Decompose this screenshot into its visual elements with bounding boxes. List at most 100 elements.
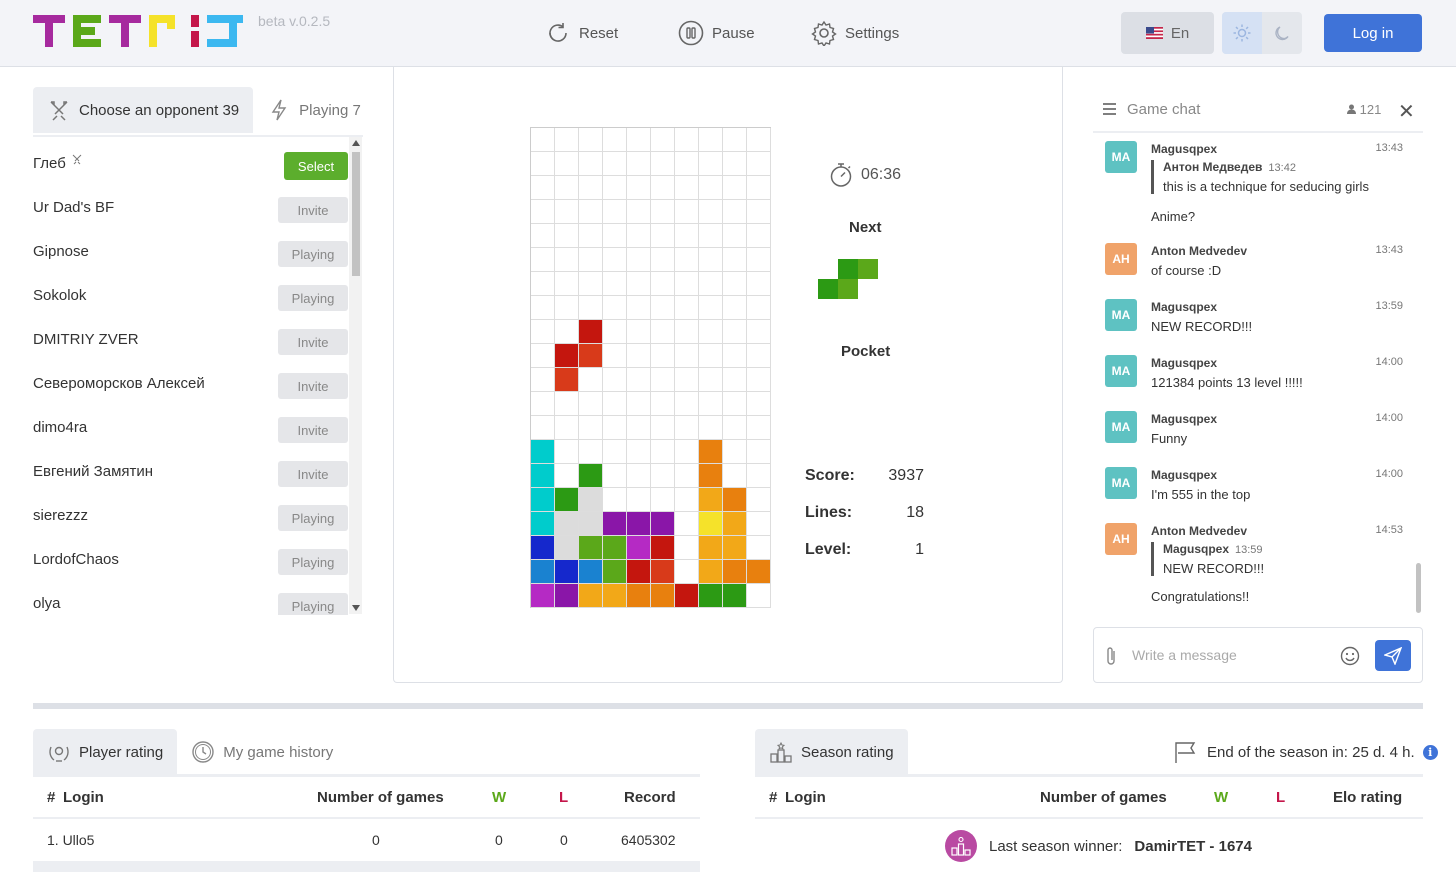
avatar[interactable]: AH: [1105, 523, 1137, 555]
invite-button[interactable]: Invite: [278, 373, 348, 399]
board-cell-empty: [723, 152, 747, 176]
playing-badge: Playing: [278, 241, 348, 267]
login-button[interactable]: Log in: [1324, 14, 1422, 52]
opponent-row[interactable]: Евгений Замятин Invite: [33, 445, 349, 489]
message-author[interactable]: Magusqpex: [1151, 412, 1217, 426]
avatar[interactable]: MA: [1105, 141, 1137, 173]
board-cell-filled: [555, 368, 579, 392]
select-button[interactable]: Select: [284, 152, 348, 180]
opponent-row[interactable]: DMITRIY ZVER Invite: [33, 313, 349, 357]
board-cell-empty: [675, 224, 699, 248]
tab-player-rating[interactable]: Player rating: [33, 729, 178, 775]
opponent-row[interactable]: dimo4ra Invite: [33, 401, 349, 445]
tab-choose-opponent[interactable]: Choose an opponent 39: [33, 87, 254, 133]
invite-button[interactable]: Invite: [278, 417, 348, 443]
invite-button[interactable]: Invite: [278, 197, 348, 223]
theme-toggle[interactable]: [1222, 12, 1302, 54]
tetris-board[interactable]: [530, 127, 771, 608]
opponent-row[interactable]: LordofChaos Playing: [33, 533, 349, 577]
opponent-list-scrollbar[interactable]: [349, 137, 362, 614]
message-author[interactable]: Anton Medvedev: [1151, 244, 1247, 258]
opponent-name: LordofChaos: [33, 551, 119, 568]
settings-button[interactable]: Settings: [811, 19, 899, 47]
row-login[interactable]: 1. Ullo5: [47, 832, 94, 848]
pause-button[interactable]: Pause: [678, 19, 755, 47]
board-cell-filled: [579, 584, 603, 608]
board-cell-empty: [627, 320, 651, 344]
emoji-icon[interactable]: [1340, 646, 1360, 666]
info-icon[interactable]: i: [1422, 744, 1438, 760]
avatar[interactable]: MA: [1105, 299, 1137, 331]
avatar[interactable]: AH: [1105, 243, 1137, 275]
dark-theme-button[interactable]: [1262, 12, 1302, 54]
board-cell-empty: [579, 416, 603, 440]
tab-playing[interactable]: Playing 7: [253, 87, 375, 133]
paperclip-icon[interactable]: [1105, 646, 1117, 666]
opponent-row[interactable]: olya Playing: [33, 577, 349, 615]
opponent-row[interactable]: Sokolok Playing: [33, 269, 349, 313]
board-cell-empty: [531, 392, 555, 416]
chat-message: MA Magusqpex 14:00 Funny: [1105, 407, 1405, 453]
opponent-name: Sokolok: [33, 287, 87, 304]
board-cell-empty: [555, 176, 579, 200]
col-header-login: Login: [785, 789, 826, 806]
board-cell-empty: [651, 296, 675, 320]
board-cell-empty: [603, 416, 627, 440]
message-author[interactable]: Magusqpex: [1151, 356, 1217, 370]
board-cell-empty: [579, 440, 603, 464]
message-author[interactable]: Magusqpex: [1151, 300, 1217, 314]
scrollbar-thumb[interactable]: [352, 152, 360, 276]
close-icon[interactable]: ✕: [1398, 99, 1415, 124]
reset-button[interactable]: Reset: [545, 19, 618, 47]
tab-season-rating[interactable]: Season rating: [755, 729, 908, 775]
board-cell-empty: [699, 200, 723, 224]
col-header-elo: Elo rating: [1333, 789, 1403, 806]
avatar[interactable]: MA: [1105, 467, 1137, 499]
logo-t2: [109, 15, 141, 47]
message-author[interactable]: Magusqpex: [1151, 142, 1217, 156]
avatar[interactable]: MA: [1105, 411, 1137, 443]
tab-game-history[interactable]: My game history: [177, 729, 347, 775]
opponent-name: DMITRIY ZVER: [33, 331, 139, 348]
board-cell-empty: [603, 488, 627, 512]
scroll-down-arrow-icon[interactable]: [352, 605, 360, 611]
board-cell-empty: [531, 248, 555, 272]
board-cell-empty: [555, 440, 579, 464]
col-header-login: Login: [63, 789, 104, 806]
board-cell-filled: [699, 464, 723, 488]
message-input[interactable]: [1132, 642, 1332, 668]
board-cell-empty: [555, 152, 579, 176]
board-cell-empty: [747, 368, 771, 392]
message-author[interactable]: Magusqpex: [1151, 468, 1217, 482]
tab-season-rating-label: Season rating: [801, 743, 894, 761]
quote-author: Magusqpex 13:59: [1163, 542, 1401, 556]
board-cell-empty: [675, 536, 699, 560]
message-author[interactable]: Anton Medvedev: [1151, 524, 1247, 538]
light-theme-button[interactable]: [1222, 12, 1262, 54]
col-header-losses: L: [559, 789, 569, 806]
winner-value[interactable]: DamirTET - 1674: [1134, 838, 1252, 855]
invite-button[interactable]: Invite: [278, 329, 348, 355]
chat-scrollbar[interactable]: [1416, 563, 1421, 613]
board-cell-empty: [531, 224, 555, 248]
pocket-label: Pocket: [841, 343, 891, 360]
invite-button[interactable]: Invite: [278, 461, 348, 487]
opponent-row[interactable]: Североморсков Алексей Invite: [33, 357, 349, 401]
opponent-row[interactable]: Gipnose Playing: [33, 225, 349, 269]
opponent-row[interactable]: Глеб Select: [33, 137, 349, 181]
logo-r: [149, 15, 175, 47]
board-cell-empty: [531, 176, 555, 200]
opponent-row[interactable]: sierezzz Playing: [33, 489, 349, 533]
scroll-up-arrow-icon[interactable]: [352, 140, 360, 146]
board-cell-empty: [651, 248, 675, 272]
board-cell-empty: [531, 272, 555, 296]
tetris-logo[interactable]: [33, 15, 245, 47]
send-button[interactable]: [1375, 640, 1411, 671]
season-tabs: Season rating: [755, 729, 908, 775]
board-cell-filled: [723, 488, 747, 512]
menu-icon[interactable]: [1103, 103, 1116, 115]
opponent-row[interactable]: Ur Dad's BF Invite: [33, 181, 349, 225]
avatar[interactable]: MA: [1105, 355, 1137, 387]
chat-message: AH Anton Medvedev 13:43 of course :D: [1105, 239, 1405, 285]
language-selector[interactable]: En: [1121, 12, 1214, 54]
